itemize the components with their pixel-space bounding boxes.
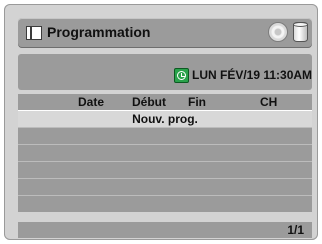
column-end: Fin <box>188 95 206 109</box>
hdd-icon <box>293 22 308 42</box>
table-row[interactable] <box>18 161 312 178</box>
column-date: Date <box>78 95 105 109</box>
table-row[interactable] <box>18 195 312 212</box>
table-row-new-program[interactable]: Nouv. prog. <box>18 110 312 127</box>
table-row[interactable] <box>18 178 312 195</box>
table-row[interactable] <box>18 127 312 144</box>
footer-bar: 1/1 <box>18 222 312 238</box>
title-bar: Programmation <box>18 18 312 48</box>
column-channel: CH <box>260 95 278 109</box>
datetime-bar: LUN FÉV/19 11:30AM <box>18 54 312 90</box>
current-datetime: LUN FÉV/19 11:30AM <box>192 68 313 82</box>
disc-icon <box>268 22 288 42</box>
clock-icon <box>174 68 189 83</box>
column-start: Début <box>132 95 166 109</box>
program-list: Date Début Fin CH Nouv. prog. <box>18 94 312 218</box>
table-row[interactable] <box>18 144 312 161</box>
table-header: Date Début Fin CH <box>18 94 312 110</box>
page-indicator: 1/1 <box>287 223 304 237</box>
timer-program-icon <box>26 26 42 40</box>
new-program-label: Nouv. prog. <box>132 112 198 126</box>
programming-screen: Programmation LUN FÉV/19 11:30AM Date Dé… <box>4 4 318 240</box>
page-title: Programmation <box>47 24 151 40</box>
